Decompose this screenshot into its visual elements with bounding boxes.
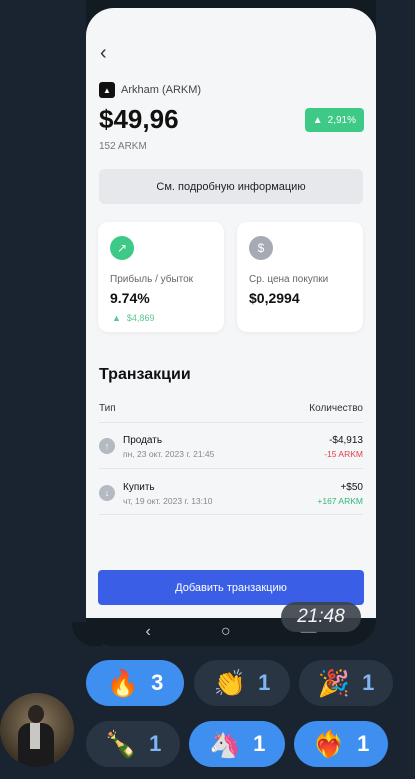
transaction-qty: -15 ARKM <box>324 449 363 459</box>
reaction-fire[interactable]: 🔥 3 <box>86 660 184 706</box>
profit-label: Прибыль / убыток <box>110 274 194 285</box>
reaction-count: 1 <box>149 731 162 756</box>
divider <box>99 468 363 469</box>
party-popper-icon: 🎉 <box>317 667 351 698</box>
heart-on-fire-icon: ❤️‍🔥 <box>312 728 346 759</box>
reaction-count: 3 <box>151 670 164 695</box>
avg-price-value: $0,2994 <box>249 290 300 306</box>
divider <box>99 514 363 515</box>
reaction-count: 1 <box>362 670 375 695</box>
screenshot-image: ‹ ▲ Arkham (ARKM) $49,96 152 ARKM ▲ 2,91… <box>86 8 376 618</box>
transaction-qty: +167 ARKM <box>317 496 363 506</box>
triangle-up-icon: ▲ <box>312 114 323 126</box>
dollar-icon: $ <box>249 236 273 260</box>
arrow-down-icon: ↓ <box>99 485 115 501</box>
back-arrow-icon: ‹ <box>100 42 107 64</box>
reaction-count: 1 <box>253 731 266 756</box>
transaction-type: Продать <box>123 435 163 446</box>
coin-price: $49,96 <box>99 104 179 134</box>
coin-holding: 152 ARKM <box>99 141 147 152</box>
transactions-title: Транзакции <box>99 366 191 383</box>
coin-header: ▲ Arkham (ARKM) <box>99 82 201 98</box>
reaction-clap[interactable]: 👏 1 <box>194 660 290 706</box>
profit-value: 9.74% <box>110 290 150 306</box>
arrow-up-icon: ↑ <box>99 438 115 454</box>
add-transaction-button: Добавить транзакцию <box>98 570 364 605</box>
transaction-date: чт, 19 окт. 2023 г. 13:10 <box>123 496 213 506</box>
avatar-head <box>28 705 44 723</box>
column-quantity: Количество <box>309 403 363 414</box>
reaction-count: 1 <box>357 731 370 756</box>
profit-amount: $4,869 <box>126 313 155 323</box>
reaction-heart-fire[interactable]: ❤️‍🔥 1 <box>294 721 388 767</box>
message-bubble[interactable]: ‹ ▲ Arkham (ARKM) $49,96 152 ARKM ▲ 2,91… <box>86 0 376 646</box>
arkham-logo-icon: ▲ <box>99 82 115 98</box>
divider <box>99 422 363 423</box>
profit-card: ↗ Прибыль / убыток 9.74% ▲ $4,869 <box>98 222 224 332</box>
profit-sub: ▲ $4,869 <box>112 313 154 323</box>
triangle-up-icon: ▲ <box>112 313 121 323</box>
transactions-header: Тип Количество <box>99 403 363 414</box>
coin-label: Arkham (ARKM) <box>121 84 202 96</box>
champagne-icon: 🍾 <box>104 728 138 759</box>
reaction-unicorn[interactable]: 🦄 1 <box>189 721 285 767</box>
change-value: 2,91% <box>327 114 356 126</box>
fire-icon: 🔥 <box>106 667 140 698</box>
avg-price-label: Ср. цена покупки <box>249 274 329 285</box>
reaction-count: 1 <box>258 670 271 695</box>
transaction-amount: +$50 <box>340 482 363 493</box>
avatar-scarf <box>30 723 40 749</box>
transaction-amount: -$4,913 <box>329 435 363 446</box>
trend-up-icon: ↗ <box>110 236 134 260</box>
bubble-tail <box>72 622 102 646</box>
unicorn-icon: 🦄 <box>208 728 242 759</box>
transaction-date: пн, 23 окт. 2023 г. 21:45 <box>123 449 215 459</box>
reaction-party[interactable]: 🎉 1 <box>299 660 393 706</box>
message-time: 21:48 <box>281 602 361 632</box>
reaction-champagne[interactable]: 🍾 1 <box>86 721 180 767</box>
column-type: Тип <box>99 403 116 414</box>
nav-back-icon: ‹ <box>145 623 151 640</box>
avatar[interactable] <box>0 693 74 767</box>
change-badge: ▲ 2,91% <box>304 108 364 132</box>
clap-icon: 👏 <box>213 667 247 698</box>
transaction-type: Купить <box>123 482 155 493</box>
details-button: См. подробную информацию <box>99 169 363 204</box>
avg-price-card: $ Ср. цена покупки $0,2994 <box>237 222 363 332</box>
nav-home-icon: ○ <box>220 623 231 640</box>
